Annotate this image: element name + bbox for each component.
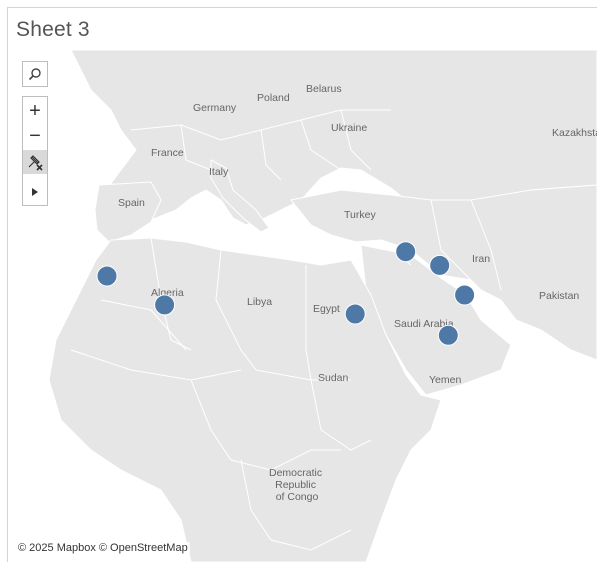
label-turkey: Turkey xyxy=(344,209,376,221)
label-italy: Italy xyxy=(209,166,229,178)
mark-iraq[interactable] xyxy=(429,254,451,276)
pin-map-icon xyxy=(28,155,43,171)
label-sudan: Sudan xyxy=(318,372,349,384)
sheet-title: Sheet 3 xyxy=(16,18,90,41)
mark-morocco[interactable] xyxy=(96,265,118,287)
expand-toolbar-button[interactable] xyxy=(23,180,47,204)
mark-kuwait[interactable] xyxy=(454,284,476,306)
mark-saudi-arabia[interactable] xyxy=(437,324,459,346)
mark-syria[interactable] xyxy=(395,241,417,263)
label-yemen: Yemen xyxy=(429,374,461,386)
label-belarus: Belarus xyxy=(306,83,342,95)
label-ukraine: Ukraine xyxy=(331,122,367,134)
mark-algeria[interactable] xyxy=(154,294,176,316)
label-pakistan: Pakistan xyxy=(539,290,579,302)
label-drc-line1: Democratic xyxy=(269,467,322,479)
map-attribution[interactable]: © 2025 Mapbox © OpenStreetMap xyxy=(16,542,190,554)
label-drc: Democratic Republic of Congo xyxy=(269,467,325,503)
label-france: France xyxy=(151,147,184,159)
label-germany: Germany xyxy=(193,102,237,114)
map-toolbar: + − xyxy=(22,96,48,206)
label-egypt: Egypt xyxy=(313,303,340,315)
mark-egypt[interactable] xyxy=(344,303,366,325)
map-search-button[interactable] xyxy=(22,61,48,87)
map-svg[interactable]: Germany Poland Belarus Ukraine France It… xyxy=(11,50,597,562)
label-spain: Spain xyxy=(118,197,145,209)
zoom-in-button[interactable]: + xyxy=(23,99,47,123)
label-kazakhstan: Kazakhstan xyxy=(552,127,597,139)
play-icon xyxy=(32,188,38,196)
label-poland: Poland xyxy=(257,92,290,104)
search-icon xyxy=(28,68,41,81)
pin-map-button[interactable] xyxy=(23,150,47,174)
label-drc-line2: Republic xyxy=(275,479,316,491)
label-libya: Libya xyxy=(247,296,272,308)
label-drc-line3: of Congo xyxy=(276,491,319,503)
zoom-out-button[interactable]: − xyxy=(23,124,47,148)
label-iran: Iran xyxy=(472,253,490,265)
map-view[interactable]: Germany Poland Belarus Ukraine France It… xyxy=(11,50,597,562)
